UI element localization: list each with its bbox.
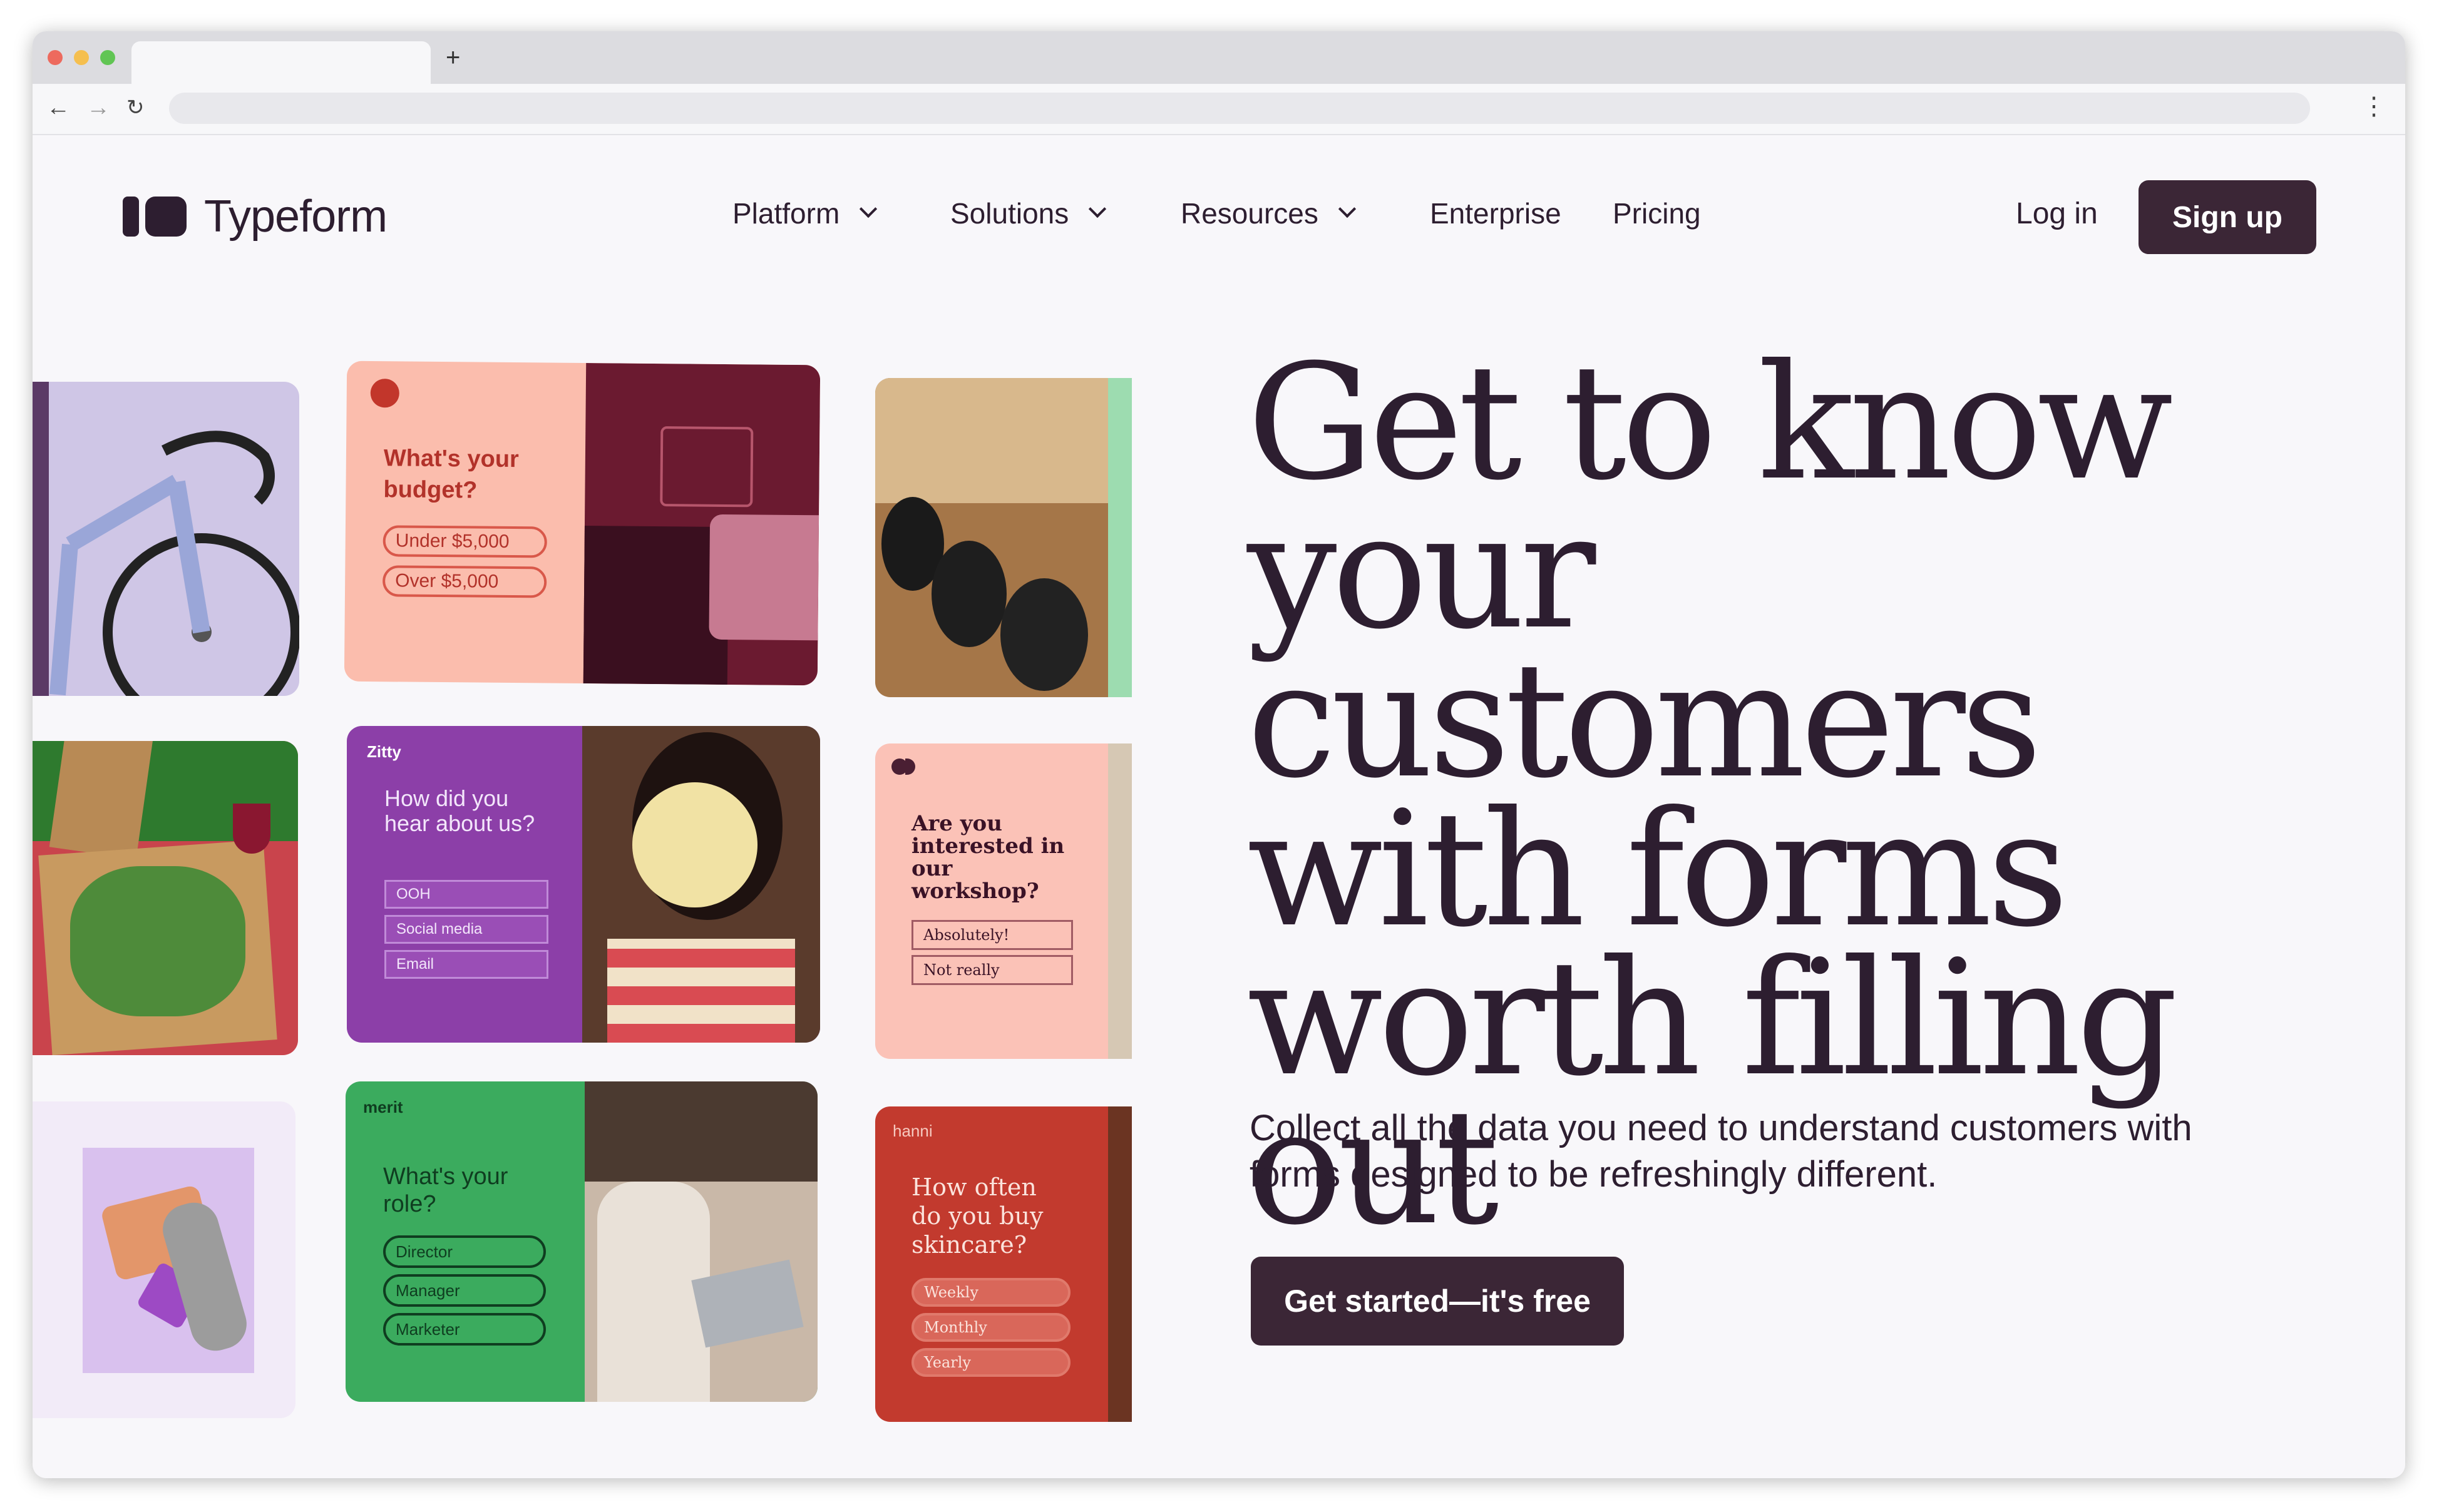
merit-form-card: merit What's your role? Director Manager…: [346, 1081, 818, 1402]
zitty-form-card: Zitty How did you hear about us? OOH Soc…: [347, 726, 820, 1043]
browser-window: + ← → ↻ ⋮ Typeform Platform Solutions Re…: [33, 31, 2405, 1478]
envelope-image-card: [33, 1101, 295, 1418]
bike-image-card: [33, 382, 299, 696]
zitty-option[interactable]: Email: [384, 950, 548, 979]
nav-enterprise[interactable]: Enterprise: [1430, 197, 1561, 230]
address-bar-row: ← → ↻ ⋮: [33, 84, 2405, 135]
nav-pricing[interactable]: Pricing: [1613, 197, 1701, 230]
hanni-option[interactable]: Monthly: [911, 1313, 1071, 1342]
hanni-form-card: hanni How often do you buy skincare? Wee…: [875, 1106, 1132, 1422]
nav-resources-label: Resources: [1181, 197, 1318, 230]
workshop-option[interactable]: Not really: [911, 955, 1073, 985]
hero-subtext: Collect all the data you need to underst…: [1250, 1108, 2192, 1195]
login-link[interactable]: Log in: [2016, 197, 2098, 231]
budget-form-card: What's your budget? Under $5,000 Over $5…: [344, 360, 821, 686]
hanni-option[interactable]: Yearly: [911, 1348, 1071, 1377]
chevron-down-icon: [860, 200, 878, 218]
close-window-button[interactable]: [48, 50, 63, 65]
nav-platform[interactable]: Platform: [732, 197, 878, 230]
hanni-question: How often do you buy skincare?: [911, 1173, 1044, 1259]
kebab-menu-icon[interactable]: ⋮: [2361, 94, 2386, 119]
hanni-option[interactable]: Weekly: [911, 1278, 1071, 1307]
logo-text: Typeform: [204, 192, 388, 242]
merit-question: What's your role?: [383, 1163, 508, 1217]
nav-enterprise-label: Enterprise: [1430, 197, 1561, 230]
workshop-form-card: Are you interested in our workshop? Abso…: [875, 743, 1132, 1059]
zitty-option[interactable]: Social media: [384, 915, 548, 944]
zitty-question: How did you hear about us?: [384, 785, 535, 836]
typeform-logo[interactable]: Typeform: [123, 192, 388, 242]
browser-tab[interactable]: [131, 41, 431, 84]
maximize-window-button[interactable]: [100, 50, 115, 65]
merit-option[interactable]: Manager: [383, 1274, 546, 1307]
nav-solutions-label: Solutions: [950, 197, 1069, 230]
chevron-down-icon: [1338, 200, 1357, 218]
food-image-card: [33, 741, 298, 1055]
chevron-down-icon: [1089, 200, 1107, 218]
headline-line: with forms: [1247, 777, 2069, 962]
budget-question: What's your budget?: [383, 445, 520, 504]
bicycle-image: [49, 431, 299, 696]
headline-line: your customers: [1247, 479, 2042, 813]
address-input[interactable]: [169, 93, 2310, 124]
budget-option[interactable]: Under $5,000: [383, 525, 547, 558]
merit-option[interactable]: Director: [383, 1235, 546, 1268]
budget-option[interactable]: Over $5,000: [382, 565, 547, 598]
nav-solutions[interactable]: Solutions: [950, 197, 1107, 230]
signup-button[interactable]: Sign up: [2139, 180, 2316, 254]
arrow-left-icon[interactable]: ←: [46, 95, 70, 120]
merit-option[interactable]: Marketer: [383, 1313, 546, 1346]
headline-line: Get to know: [1247, 330, 2174, 515]
reload-icon[interactable]: ↻: [126, 95, 145, 120]
workshop-option[interactable]: Absolutely!: [911, 920, 1073, 950]
minimize-window-button[interactable]: [74, 50, 89, 65]
hanni-brand: hanni: [893, 1121, 933, 1140]
nav-platform-label: Platform: [732, 197, 840, 230]
typeform-logo-icon: [123, 197, 187, 237]
zitty-brand: Zitty: [367, 742, 401, 761]
nav-resources[interactable]: Resources: [1181, 197, 1357, 230]
tab-bar: +: [33, 31, 2405, 84]
nav-pricing-label: Pricing: [1613, 197, 1701, 230]
get-started-button[interactable]: Get started—it's free: [1251, 1257, 1624, 1346]
page-content: Typeform Platform Solutions Resources En…: [33, 135, 2405, 1478]
dumbbell-image-card: [875, 378, 1132, 697]
workshop-question: Are you interested in our workshop?: [911, 811, 1065, 904]
new-tab-button[interactable]: +: [446, 45, 460, 70]
zitty-option[interactable]: OOH: [384, 880, 548, 909]
form-gallery: What's your budget? Under $5,000 Over $5…: [33, 334, 1132, 1478]
merit-brand: merit: [363, 1098, 403, 1116]
arrow-right-icon[interactable]: →: [86, 95, 110, 120]
